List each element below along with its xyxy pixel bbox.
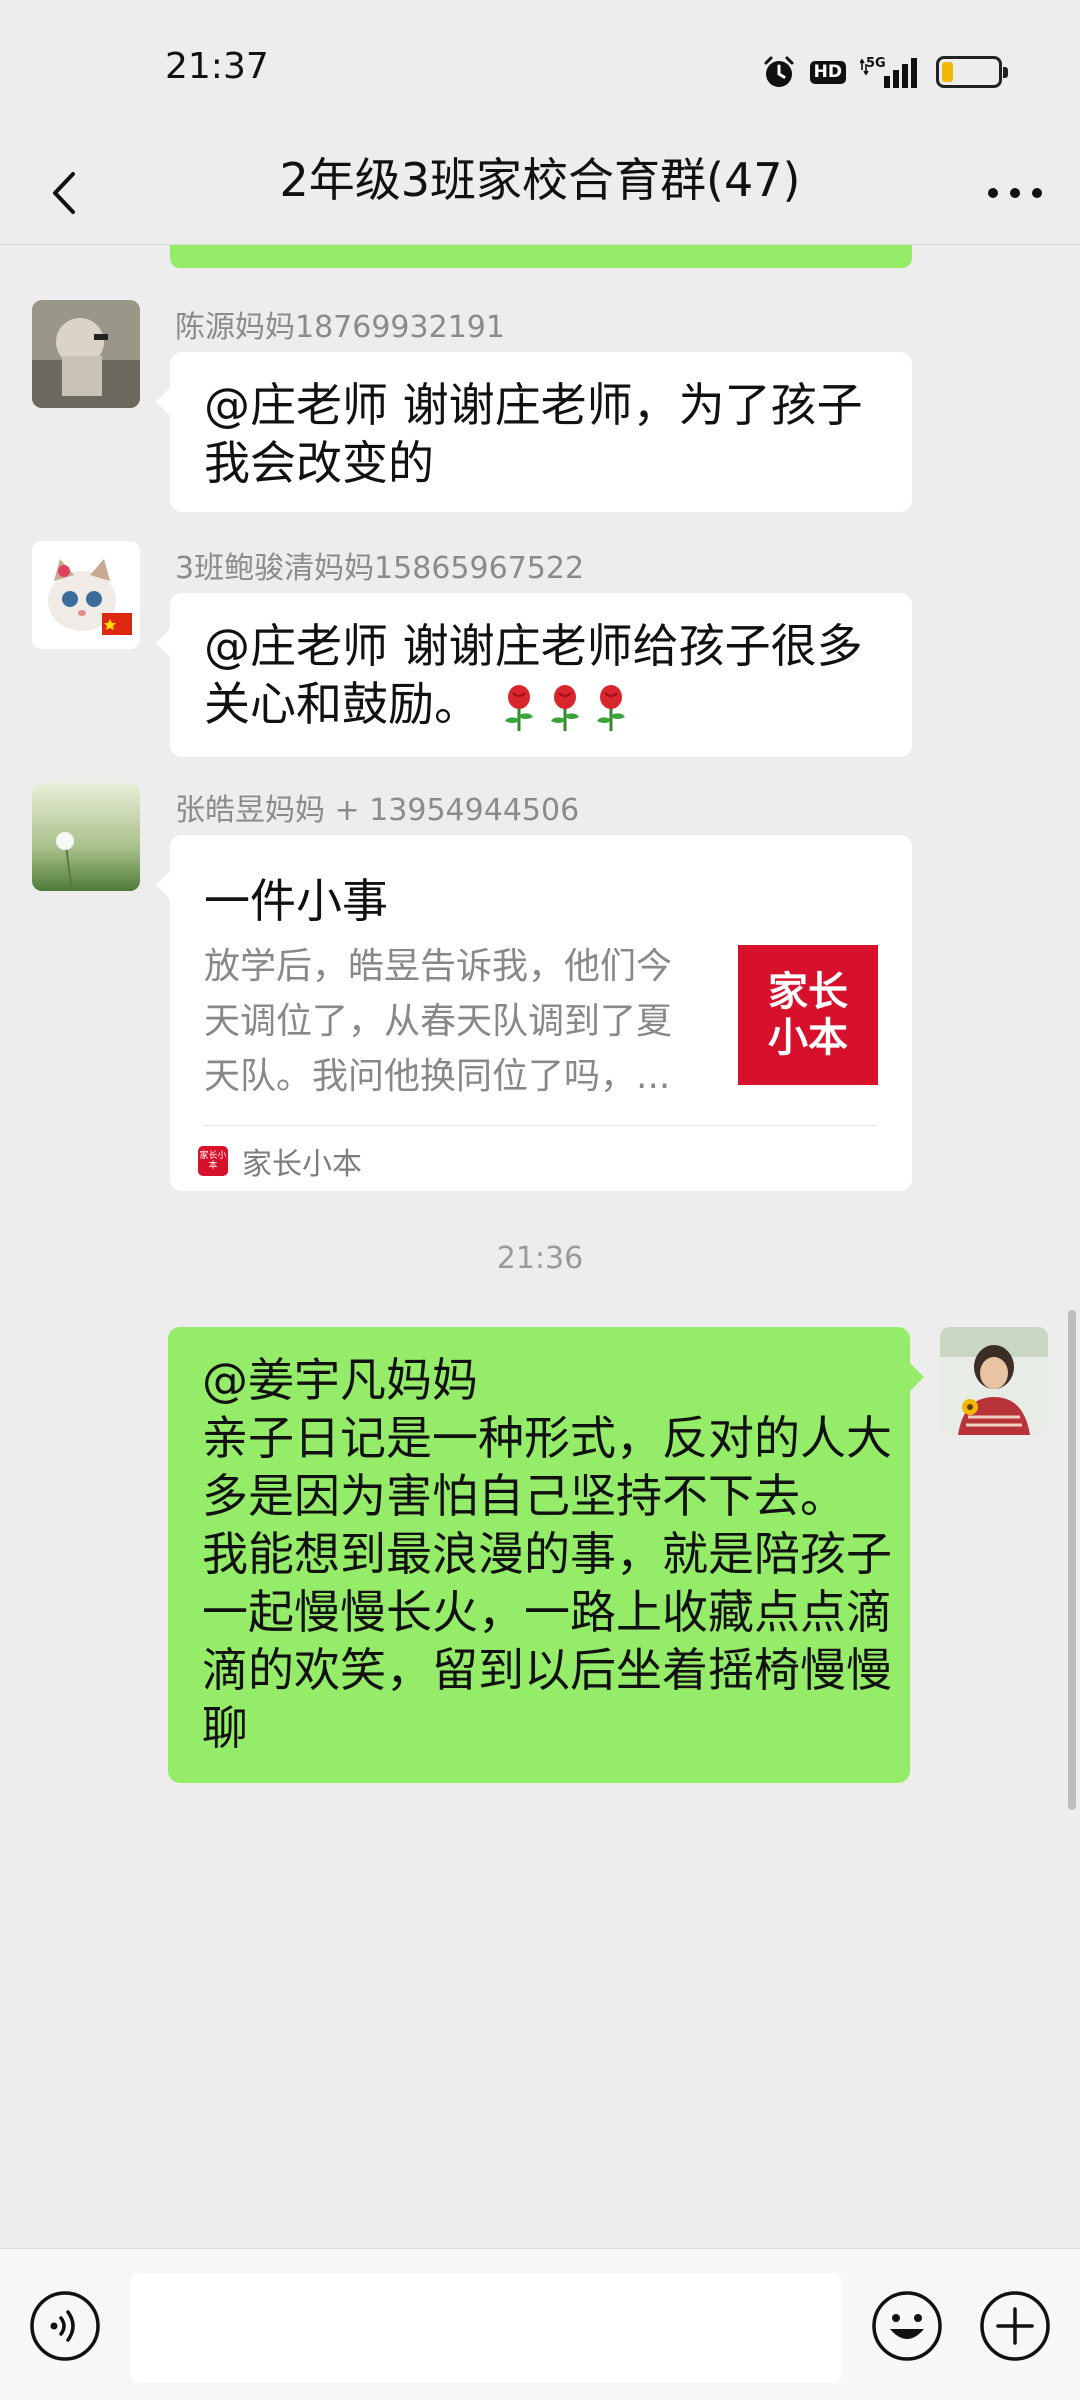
chevron-left-icon bbox=[53, 172, 75, 214]
status-time: 21:37 bbox=[165, 46, 269, 87]
previous-message-bubble[interactable] bbox=[170, 245, 912, 268]
sender-name: 张皓昱妈妈 + 13954944506 bbox=[175, 793, 580, 828]
input-bar bbox=[0, 2248, 1080, 2400]
card-desc-line: 天调位了，从春天队调到了夏 bbox=[204, 1001, 673, 1042]
signal-5g-icon: 5G bbox=[860, 56, 917, 88]
card-source: 家长小本 家长小本 bbox=[198, 1139, 362, 1183]
rose-emoji-icon bbox=[596, 684, 625, 731]
sender-name: 3班鲍骏清妈妈15865967522 bbox=[175, 551, 585, 586]
card-source-name: 家长小本 bbox=[242, 1147, 362, 1182]
message-line: @庄老师 谢谢庄老师，为了孩子 bbox=[204, 378, 863, 432]
chat-timestamp: 21:36 bbox=[496, 1241, 584, 1276]
message-bubble-self[interactable]: @姜宇凡妈妈 亲子日记是一种形式，反对的人大 多是因为害怕自己坚持不下去。 我能… bbox=[168, 1327, 924, 1783]
plus-icon bbox=[980, 2291, 1050, 2361]
rose-emoji-icon bbox=[504, 684, 533, 731]
message-line: @庄老师 谢谢庄老师给孩子很多 bbox=[204, 619, 863, 673]
message-bubble[interactable]: @庄老师 谢谢庄老师给孩子很多 关心和鼓励。 bbox=[156, 593, 912, 757]
voice-icon bbox=[30, 2291, 100, 2361]
article-card[interactable]: 一件小事 放学后，皓昱告诉我，他们今 天调位了，从春天队调到了夏 天队。我问他换… bbox=[156, 835, 912, 1191]
emoji-button[interactable] bbox=[870, 2289, 944, 2363]
message-bubble[interactable]: @庄老师 谢谢庄老师，为了孩子 我会改变的 bbox=[156, 352, 912, 512]
avatar-self-photo-icon bbox=[940, 1327, 1048, 1435]
battery-level bbox=[942, 62, 953, 82]
source-app-icon: 家长小本 bbox=[198, 1146, 228, 1176]
more-dots-icon bbox=[988, 188, 1042, 198]
avatar[interactable] bbox=[32, 783, 140, 891]
avatar-photo-icon bbox=[32, 300, 140, 408]
status-bar: 21:37 HD 5G bbox=[0, 0, 1080, 140]
page-title: 2年级3班家校合育群(47) bbox=[279, 153, 801, 207]
network-label: 5G bbox=[866, 56, 886, 71]
message-line: 亲子日记是一种形式，反对的人大 bbox=[202, 1411, 892, 1465]
card-desc-line: 天队。我问他换同位了吗，... bbox=[204, 1056, 671, 1097]
message-line: 滴的欢笑，留到以后坐着摇椅慢慢 bbox=[202, 1643, 892, 1697]
rose-emoji-icon bbox=[550, 684, 579, 731]
message-line: @姜宇凡妈妈 bbox=[202, 1353, 478, 1407]
title-bar: 2年级3班家校合育群(47) bbox=[0, 140, 1080, 245]
card-title: 一件小事 bbox=[204, 874, 388, 928]
emoji-icon bbox=[872, 2291, 942, 2361]
back-button[interactable] bbox=[30, 158, 100, 228]
message-line: 关心和鼓励。 bbox=[204, 675, 878, 733]
avatar[interactable] bbox=[32, 541, 140, 649]
chat-area[interactable]: 陈源妈妈18769932191 @庄老师 谢谢庄老师，为了孩子 我会改变的 3班… bbox=[0, 245, 1080, 2245]
hd-icon: HD bbox=[809, 60, 846, 84]
card-desc-line: 放学后，皓昱告诉我，他们今 bbox=[204, 946, 673, 987]
more-functions-button[interactable] bbox=[978, 2289, 1052, 2363]
thumbnail-text: 家长 bbox=[768, 969, 848, 1015]
emoji-row bbox=[499, 684, 631, 731]
card-divider bbox=[204, 1125, 878, 1126]
message-line: 我能想到最浪漫的事，就是陪孩子 bbox=[202, 1527, 892, 1581]
message-input[interactable] bbox=[130, 2273, 842, 2383]
status-icons: HD 5G bbox=[762, 52, 1008, 92]
message-line: 聊 bbox=[202, 1701, 248, 1755]
thumbnail-text: 小本 bbox=[768, 1015, 848, 1061]
message-line: 我会改变的 bbox=[204, 436, 434, 490]
avatar-cat-icon bbox=[32, 541, 140, 649]
message-line: 一起慢慢长火，一路上收藏点点滴 bbox=[202, 1585, 892, 1639]
avatar[interactable] bbox=[32, 300, 140, 408]
chat-scrollbar[interactable] bbox=[1068, 1310, 1076, 1810]
alarm-icon bbox=[764, 56, 794, 87]
sender-name: 陈源妈妈18769932191 bbox=[175, 310, 505, 345]
voice-button[interactable] bbox=[28, 2289, 102, 2363]
battery-icon bbox=[936, 56, 1008, 88]
avatar-dandelion-icon bbox=[32, 783, 140, 891]
more-button[interactable] bbox=[980, 158, 1050, 228]
message-text: 关心和鼓励。 bbox=[204, 677, 480, 731]
avatar-self[interactable] bbox=[940, 1327, 1048, 1435]
card-thumbnail: 家长 小本 bbox=[738, 945, 878, 1085]
message-line: 多是因为害怕自己坚持不下去。 bbox=[202, 1469, 846, 1523]
card-description: 放学后，皓昱告诉我，他们今 天调位了，从春天队调到了夏 天队。我问他换同位了吗，… bbox=[204, 939, 704, 1104]
